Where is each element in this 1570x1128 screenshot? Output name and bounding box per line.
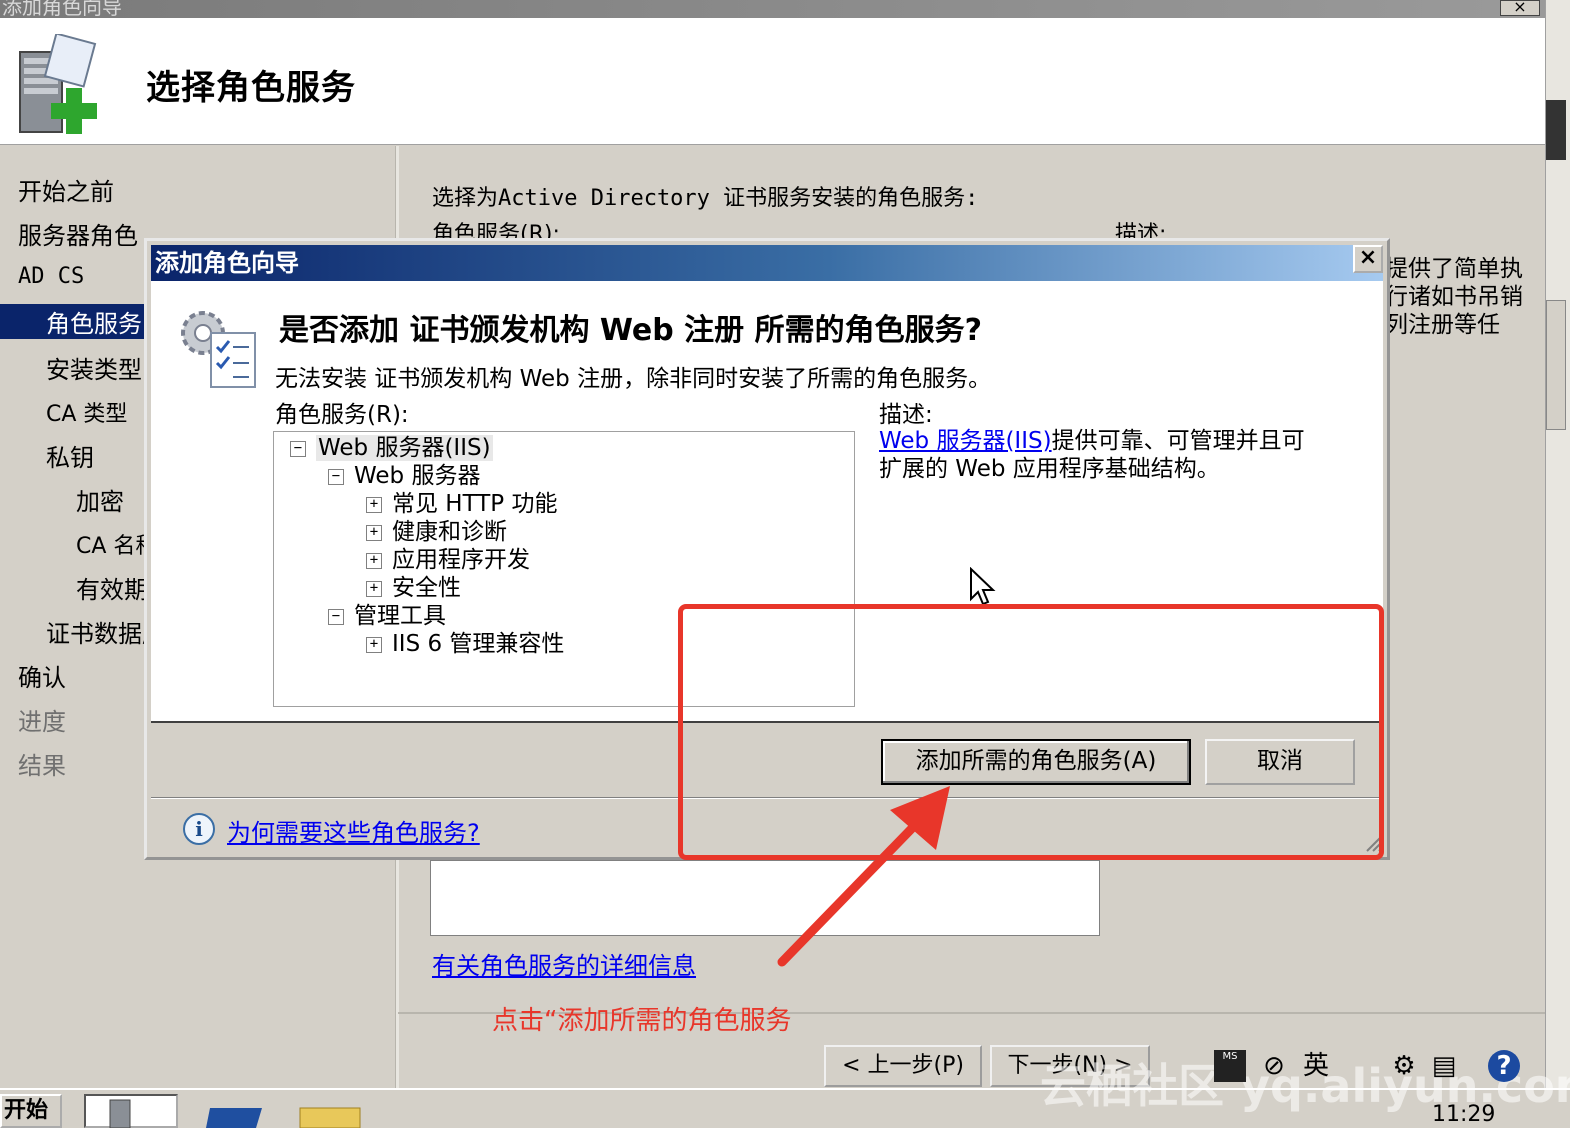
settings-checklist-icon xyxy=(181,311,256,388)
taskbar-clock: 11:29 xyxy=(1432,1102,1496,1127)
tree-item-label: 健康和诊断 xyxy=(392,519,507,545)
vertical-scrollbar[interactable] xyxy=(1545,0,1570,1100)
scrollbar-thumb[interactable] xyxy=(1546,100,1566,160)
nav-item-private-key[interactable]: 私钥 xyxy=(46,438,94,473)
mouse-cursor-icon xyxy=(970,567,996,606)
tree-item-label: 应用程序开发 xyxy=(392,547,530,573)
expand-icon[interactable]: + xyxy=(366,636,382,653)
role-services-list[interactable] xyxy=(430,860,1100,936)
tree-item-label: Web 服务器(IIS) xyxy=(316,435,493,461)
dialog-roles-label: 角色服务(R): xyxy=(275,402,409,428)
expand-icon[interactable]: + xyxy=(366,580,382,597)
annotation-caption: 点击“添加所需的角色服务 xyxy=(492,1006,792,1036)
expand-icon[interactable]: + xyxy=(366,496,382,513)
tree-item[interactable]: + 常见 HTTP 功能 xyxy=(366,490,557,518)
dialog-question: 是否添加 证书颁发机构 Web 注册 所需的角色服务? xyxy=(279,313,983,348)
tree-item-label: 管理工具 xyxy=(354,603,446,629)
nav-item-cryptography[interactable]: 加密 xyxy=(76,482,124,517)
nav-item-ca-type[interactable]: CA 类型 xyxy=(46,396,127,428)
tree-item-label: IIS 6 管理兼容性 xyxy=(392,631,565,657)
tree-item-label: 常见 HTTP 功能 xyxy=(392,491,558,517)
server-add-icon xyxy=(19,34,97,134)
taskbar-explorer[interactable] xyxy=(298,1094,364,1128)
nav-item-validity-period[interactable]: 有效期 xyxy=(76,570,148,605)
ime-tools-icon[interactable]: ⚙ xyxy=(1388,1050,1420,1082)
tree-item[interactable]: + 安全性 xyxy=(366,574,461,602)
role-services-details-link[interactable]: 有关角色服务的详细信息 xyxy=(432,946,696,981)
tree-item[interactable]: − 管理工具 xyxy=(328,602,446,630)
help-question-icon[interactable]: ? xyxy=(1488,1050,1520,1082)
msmq-icon[interactable]: MS xyxy=(1214,1050,1246,1082)
scrollbar-thumb-secondary[interactable] xyxy=(1546,300,1566,430)
dialog-desc-label: 描述: xyxy=(879,402,933,428)
block-icon[interactable]: ⊘ xyxy=(1258,1050,1290,1082)
tree-item[interactable]: + 应用程序开发 xyxy=(366,546,530,574)
content-desc-text: 提供了简单执行诸如书吊销列注册等任 xyxy=(1385,256,1523,338)
nav-item-server-roles[interactable]: 服务器角色 xyxy=(18,216,138,251)
outer-window-titlebar: 添加角色向导 xyxy=(0,0,1545,18)
start-button[interactable]: 开始 xyxy=(0,1094,62,1128)
nav-item-results: 结果 xyxy=(18,752,66,780)
dialog-close-button[interactable]: × xyxy=(1353,245,1383,273)
content-intro: 选择为Active Directory 证书服务安装的角色服务: xyxy=(432,186,979,211)
tree-item-label: Web 服务器 xyxy=(354,463,481,489)
expand-icon[interactable]: + xyxy=(366,552,382,569)
outer-window-title: 添加角色向导 xyxy=(2,0,122,18)
web-server-iis-link[interactable]: Web 服务器(IIS) xyxy=(879,428,1052,454)
tree-item[interactable]: − Web 服务器(IIS) xyxy=(290,434,493,462)
info-icon: i xyxy=(183,813,215,845)
collapse-icon[interactable]: − xyxy=(328,468,344,485)
collapse-icon[interactable]: − xyxy=(328,608,344,625)
page-title: 选择角色服务 xyxy=(146,68,356,108)
nav-item-setup-type[interactable]: 安装类型 xyxy=(46,350,142,385)
dialog-titlebar: 添加角色向导 xyxy=(151,245,1383,281)
taskbar-server-manager[interactable] xyxy=(84,1094,178,1128)
ime-language-indicator[interactable]: 英 xyxy=(1300,1050,1332,1082)
wizard-header: 选择角色服务 xyxy=(0,18,1545,145)
annotation-arrow-icon xyxy=(777,786,950,967)
dialog-title: 添加角色向导 xyxy=(155,249,299,277)
server-icon xyxy=(109,1099,131,1128)
folder-icon xyxy=(299,1107,361,1128)
dialog-message: 无法安装 证书颁发机构 Web 注册，除非同时安装了所需的角色服务。 xyxy=(275,366,992,392)
nav-item-progress: 进度 xyxy=(18,708,66,736)
tree-item[interactable]: − Web 服务器 xyxy=(328,462,480,490)
powershell-icon xyxy=(206,1108,262,1128)
nav-item-before-you-begin[interactable]: 开始之前 xyxy=(18,172,114,207)
expand-icon[interactable]: + xyxy=(366,524,382,541)
tree-item[interactable]: + IIS 6 管理兼容性 xyxy=(366,630,564,658)
collapse-icon[interactable]: − xyxy=(290,440,306,457)
ime-pad-icon[interactable]: ▤ xyxy=(1428,1050,1460,1082)
nav-item-confirmation[interactable]: 确认 xyxy=(18,658,66,693)
dialog-description: Web 服务器(IIS)提供可靠、可管理并且可扩展的 Web 应用程序基础结构。 xyxy=(879,427,1319,483)
outer-close-button[interactable]: × xyxy=(1500,0,1540,16)
nav-item-role-services[interactable]: 角色服务 xyxy=(0,304,146,339)
tree-item[interactable]: + 健康和诊断 xyxy=(366,518,507,546)
taskbar-powershell[interactable] xyxy=(206,1094,266,1128)
tree-item-label: 安全性 xyxy=(392,575,461,601)
nav-item-ad-cs[interactable]: AD CS xyxy=(18,264,84,289)
why-required-link[interactable]: 为何需要这些角色服务? xyxy=(227,813,480,848)
previous-button[interactable]: < 上一步(P) xyxy=(824,1045,982,1087)
